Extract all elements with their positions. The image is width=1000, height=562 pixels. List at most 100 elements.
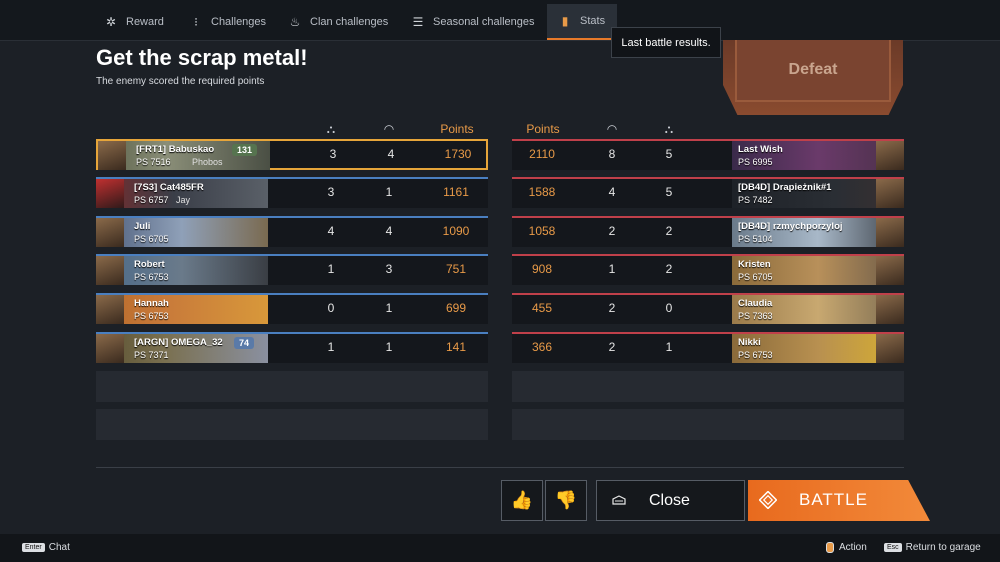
flame-icon: ♨ (289, 15, 301, 29)
points-value: 141 (445, 340, 467, 354)
player-name: Last Wish (738, 144, 783, 155)
points-value: 1588 (528, 185, 556, 199)
empty-slot (96, 409, 488, 440)
tab-seasonal-challenges[interactable]: ☰ Seasonal challenges (410, 4, 535, 40)
battle-icon (759, 491, 777, 509)
player-nameplate: [DB4D] Drapieżnik#1 PS 7482 (732, 179, 904, 208)
player-ps: PS 7482 (738, 195, 773, 205)
points-value: 1090 (442, 224, 470, 238)
assists-value: 1 (385, 185, 393, 199)
assists-value: 1 (385, 340, 393, 354)
player-nameplate: [ARGN] OMEGA_32 PS 7371 74 (96, 334, 268, 363)
page-title: Get the scrap metal! (96, 45, 308, 70)
kills-value: 3 (329, 147, 337, 161)
page-subtitle: The enemy scored the required points (96, 76, 265, 87)
divider (96, 467, 904, 468)
points-value: 908 (531, 262, 553, 276)
kills-value: 5 (665, 185, 673, 199)
tab-seasonal-challenges-label: Seasonal challenges (433, 16, 535, 28)
tab-stats[interactable]: ▮ Stats (547, 4, 617, 40)
player-ps: PS 7371 (134, 350, 169, 360)
player-row[interactable]: [7S3] Cat485FR PS 6757 Jay 3 1 1161 (96, 177, 488, 208)
points-value: 1058 (528, 224, 556, 238)
player-row[interactable]: [FRT1] Babuskao PS 7516 Phobos 131 3 4 1… (96, 139, 488, 170)
avatar (96, 295, 124, 324)
player-name: Hannah (134, 298, 169, 309)
chat-label: Chat (48, 542, 70, 553)
player-nameplate: Kristen PS 6705 (732, 256, 904, 285)
kills-value: 4 (327, 224, 335, 238)
player-row[interactable]: Juli PS 6705 4 4 1090 (96, 216, 488, 247)
hand-icon: ☰ (412, 15, 424, 29)
return-label: Return to garage (905, 542, 981, 553)
player-nameplate: Juli PS 6705 (96, 218, 268, 247)
points-value: 366 (531, 340, 553, 354)
avatar (876, 218, 904, 247)
tab-reward[interactable]: ✲ Reward (103, 4, 164, 40)
tab-stats-label: Stats (580, 15, 606, 27)
header-assists-icon: ◠ (606, 122, 618, 136)
kills-value: 2 (665, 262, 673, 276)
battle-button[interactable]: BATTLE (748, 480, 930, 521)
player-row[interactable]: Hannah PS 6753 0 1 699 (96, 293, 488, 324)
empty-slot (512, 409, 904, 440)
player-name: [ARGN] OMEGA_32 (134, 337, 223, 348)
player-name: Robert (134, 259, 165, 270)
header-points-left: Points (440, 122, 474, 136)
player-nameplate: Hannah PS 6753 (96, 295, 268, 324)
player-row[interactable]: 366 2 1 Nikki PS 6753 (512, 332, 904, 363)
player-row[interactable]: 1058 2 2 [DB4D] rzmychporzyloj PS 5104 (512, 216, 904, 247)
result-banner-label: Defeat (735, 40, 891, 102)
player-nameplate: [7S3] Cat485FR PS 6757 Jay (96, 179, 268, 208)
tab-clan-challenges[interactable]: ♨ Clan challenges (287, 4, 389, 40)
points-value: 699 (445, 301, 467, 315)
close-button[interactable]: Close (596, 480, 745, 521)
player-ps: PS 6705 (738, 272, 773, 282)
avatar (876, 141, 904, 170)
player-ps: PS 7363 (738, 311, 773, 321)
player-ps: PS 6757 (134, 195, 169, 205)
thumbs-down-icon: 👎 (554, 490, 578, 510)
header-assists-icon: ◠ (383, 122, 395, 136)
player-row[interactable]: 2110 8 5 Last Wish PS 6995 (512, 139, 904, 170)
like-button[interactable]: 👍 (501, 480, 543, 521)
avatar (96, 256, 124, 285)
header-points-right: Points (526, 122, 560, 136)
thumbs-up-icon: 👍 (510, 490, 534, 510)
player-row[interactable]: Robert PS 6753 1 3 751 (96, 254, 488, 285)
assists-value: 3 (385, 262, 393, 276)
player-row[interactable]: 908 1 2 Kristen PS 6705 (512, 254, 904, 285)
action-hint[interactable]: Action (826, 542, 867, 553)
player-nameplate: Claudia PS 7363 (732, 295, 904, 324)
close-button-label: Close (649, 492, 690, 509)
player-name: Nikki (738, 337, 761, 348)
kills-value: 0 (327, 301, 335, 315)
header-kills-icon: ⛬ (326, 122, 336, 136)
chat-hint[interactable]: Enter Chat (22, 542, 70, 553)
points-value: 751 (445, 262, 467, 276)
points-value: 455 (531, 301, 553, 315)
player-row[interactable]: 455 2 0 Claudia PS 7363 (512, 293, 904, 324)
player-ps: PS 6705 (134, 234, 169, 244)
empty-slot (512, 371, 904, 402)
assists-value: 1 (608, 262, 616, 276)
player-row[interactable]: 1588 4 5 [DB4D] Drapieżnik#1 PS 7482 (512, 177, 904, 208)
kills-value: 1 (327, 262, 335, 276)
stats-icon: ▮ (561, 14, 569, 28)
assists-value: 2 (608, 301, 616, 315)
return-hint[interactable]: Esc Return to garage (884, 542, 981, 553)
player-name: Kristen (738, 259, 771, 270)
player-row[interactable]: [ARGN] OMEGA_32 PS 7371 74 1 1 141 (96, 332, 488, 363)
player-extra: Jay (176, 195, 191, 205)
exclamation-icon: ⁝ (194, 15, 198, 29)
player-nameplate: Nikki PS 6753 (732, 334, 904, 363)
assists-value: 8 (608, 147, 616, 161)
enter-key-icon: Enter (22, 542, 45, 552)
avatar (876, 334, 904, 363)
dislike-button[interactable]: 👎 (545, 480, 587, 521)
action-label: Action (839, 542, 867, 554)
player-badge: 131 (232, 144, 258, 156)
player-ps: PS 7516 (136, 157, 171, 167)
tab-challenges[interactable]: ⁝ Challenges (188, 4, 266, 40)
avatar (96, 179, 124, 208)
